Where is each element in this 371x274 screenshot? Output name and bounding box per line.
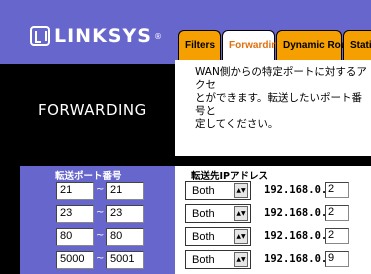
up-down-arrows-icon[interactable]: ▲▼ [234, 229, 248, 244]
port-end-input[interactable]: 5001 [106, 251, 144, 269]
ip-prefix: 192.168.0. [264, 230, 328, 242]
protocol-select-value: Both [192, 253, 215, 266]
port-end-input[interactable]: 21 [106, 182, 144, 200]
tab-bar: Filters Forwarding Dynamic Routing Stati… [178, 30, 371, 60]
tab-static[interactable]: Static [343, 30, 371, 60]
protocol-select-value: Both [192, 207, 215, 220]
page-description: WAN側からの特定ポートに対するアクセ とができます。転送したいポート番号と 定… [175, 60, 371, 156]
protocol-select[interactable]: Both ▲▼ [185, 227, 251, 246]
ip-last-octet-input[interactable]: 2 [325, 228, 349, 244]
linksys-logo-icon [30, 26, 50, 46]
port-end-input[interactable]: 80 [106, 228, 144, 246]
brand-name: LINKSYS [54, 25, 152, 47]
up-down-arrows-icon[interactable]: ▲▼ [234, 183, 248, 198]
protocol-select[interactable]: Both ▲▼ [185, 250, 251, 269]
range-separator: ~ [96, 184, 105, 195]
tab-dynamic-routing[interactable]: Dynamic Routing [276, 30, 365, 60]
range-separator: ~ [96, 207, 105, 218]
range-separator: ~ [96, 230, 105, 241]
port-start-input[interactable]: 80 [56, 228, 94, 246]
page-title: FORWARDING [38, 101, 147, 119]
tab-forwarding[interactable]: Forwarding [222, 30, 283, 60]
range-separator: ~ [96, 253, 105, 264]
registered-mark: ® [153, 31, 162, 41]
title-panel: FORWARDING [0, 64, 175, 156]
tab-filters[interactable]: Filters [178, 30, 221, 60]
port-start-input[interactable]: 5000 [56, 251, 94, 269]
divider [0, 156, 371, 166]
port-start-input[interactable]: 21 [56, 182, 94, 200]
ip-prefix: 192.168.0. [264, 253, 328, 265]
ip-last-octet-input[interactable]: 9 [325, 251, 349, 267]
port-start-input[interactable]: 23 [56, 205, 94, 223]
protocol-select[interactable]: Both ▲▼ [185, 204, 251, 223]
ip-prefix: 192.168.0. [264, 207, 328, 219]
ip-last-octet-input[interactable]: 2 [325, 205, 349, 221]
up-down-arrows-icon[interactable]: ▲▼ [234, 206, 248, 221]
port-range-header: 転送ポート番号 [55, 171, 122, 182]
destination-ip-header: 転送先IPアドレス [191, 171, 268, 182]
protocol-select-value: Both [192, 184, 215, 197]
port-end-input[interactable]: 23 [106, 205, 144, 223]
linksys-logo: LINKSYS ® [30, 24, 162, 48]
up-down-arrows-icon[interactable]: ▲▼ [234, 252, 248, 267]
protocol-select[interactable]: Both ▲▼ [185, 181, 251, 200]
protocol-select-value: Both [192, 230, 215, 243]
ip-last-octet-input[interactable]: 2 [325, 182, 349, 198]
ip-prefix: 192.168.0. [264, 184, 328, 196]
